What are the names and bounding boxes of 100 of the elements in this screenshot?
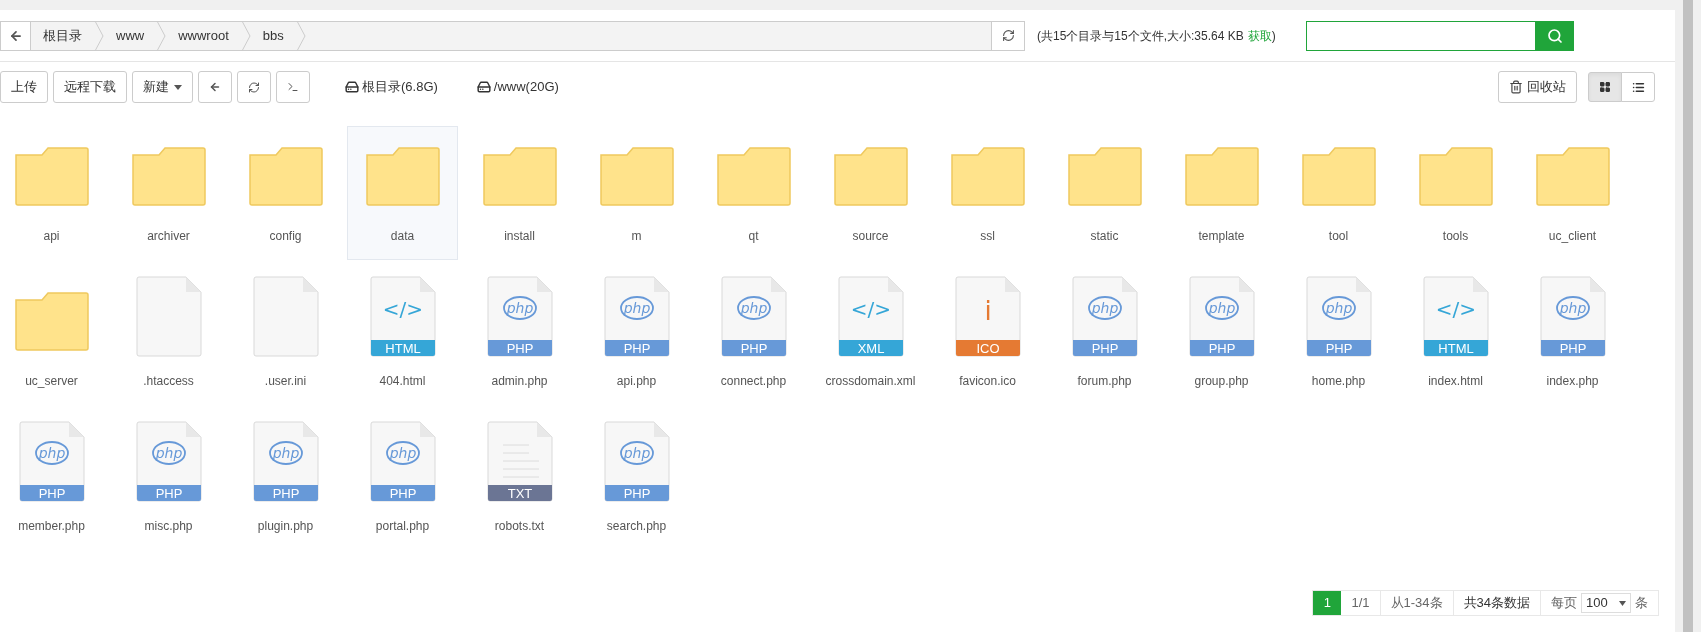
file-name: favicon.ico <box>959 373 1016 390</box>
file-item[interactable]: i ICO favicon.ico <box>932 271 1043 405</box>
file-name: search.php <box>606 518 667 535</box>
file-name: template <box>1198 228 1245 245</box>
file-item[interactable]: php PHP api.php <box>581 271 692 405</box>
file-item[interactable]: ssl <box>932 126 1043 260</box>
file-name: index.php <box>1546 373 1599 390</box>
file-icon: php PHP <box>603 421 670 503</box>
file-item[interactable]: uc_server <box>0 271 107 405</box>
file-icon: php PHP <box>720 276 787 358</box>
file-icon: </> HTML <box>1422 276 1489 358</box>
file-item[interactable]: php PHP connect.php <box>698 271 809 405</box>
search-button[interactable] <box>1535 20 1574 51</box>
file-item[interactable]: .htaccess <box>113 271 224 405</box>
grid-icon <box>1599 81 1611 93</box>
file-item[interactable]: uc_client <box>1517 126 1628 260</box>
file-name: api <box>43 228 60 245</box>
refresh-button[interactable] <box>237 71 271 103</box>
directory-summary: (共15个目录与15个文件,大小:35.64 KB <box>1037 27 1244 45</box>
per-page-select[interactable]: 100 <box>1581 593 1631 613</box>
file-item[interactable]: php PHP index.php <box>1517 271 1628 405</box>
file-name: misc.php <box>144 518 193 535</box>
file-icon: php PHP <box>1071 276 1138 358</box>
toolbar-button[interactable]: 上传 <box>0 71 48 103</box>
file-item[interactable]: </> XML crossdomain.xml <box>815 271 926 405</box>
range-text: 从1-34条 <box>1380 591 1454 615</box>
file-name: 404.html <box>379 373 426 390</box>
file-item[interactable]: install <box>464 126 575 260</box>
file-name: .htaccess <box>143 373 194 390</box>
file-name: data <box>390 228 415 245</box>
breadcrumb-item[interactable]: wwwroot <box>166 21 241 50</box>
refresh-icon <box>1001 29 1015 42</box>
terminal-icon <box>287 80 299 94</box>
file-name: config <box>269 228 302 245</box>
grid-view-button[interactable] <box>1588 72 1622 102</box>
file-item[interactable]: php PHP plugin.php <box>230 416 341 550</box>
file-item[interactable]: php PHP admin.php <box>464 271 575 405</box>
file-item[interactable]: php PHP search.php <box>581 416 692 550</box>
file-item[interactable]: php PHP group.php <box>1166 271 1277 405</box>
file-name: api.php <box>616 373 657 390</box>
new-dropdown-button[interactable]: 新建 <box>132 71 193 103</box>
file-icon: </> XML <box>837 276 904 358</box>
file-name: admin.php <box>491 373 548 390</box>
file-item[interactable]: </> HTML index.html <box>1400 271 1511 405</box>
file-name: member.php <box>18 518 85 535</box>
file-item[interactable]: archiver <box>113 126 224 260</box>
file-icon: php PHP <box>369 421 436 503</box>
refresh-button[interactable] <box>991 21 1024 50</box>
file-item[interactable]: php PHP misc.php <box>113 416 224 550</box>
file-name: uc_server <box>25 373 78 390</box>
file-item[interactable]: php PHP forum.php <box>1049 271 1160 405</box>
file-item[interactable]: qt <box>698 126 809 260</box>
file-icon: </> HTML <box>369 276 436 358</box>
file-icon: i ICO <box>954 276 1021 358</box>
text-file-icon: TXT <box>486 421 553 503</box>
scrollbar[interactable] <box>1683 0 1693 632</box>
disk-button[interactable]: 根目录(6.8G) <box>345 77 438 97</box>
search-field[interactable] <box>1305 20 1536 51</box>
file-item[interactable]: php PHP member.php <box>0 416 107 550</box>
file-item[interactable]: source <box>815 126 926 260</box>
file-name: robots.txt <box>494 518 545 535</box>
file-name: plugin.php <box>257 518 314 535</box>
file-icon: php PHP <box>486 276 553 358</box>
breadcrumb-item[interactable]: www <box>104 21 157 50</box>
blank-file-icon <box>135 276 202 358</box>
file-item[interactable]: php PHP portal.php <box>347 416 458 550</box>
file-icon: php PHP <box>1188 276 1255 358</box>
refresh-icon <box>248 80 260 94</box>
file-item[interactable]: data <box>347 126 458 260</box>
file-item[interactable]: tool <box>1283 126 1394 260</box>
file-item[interactable]: template <box>1166 126 1277 260</box>
file-item[interactable]: m <box>581 126 692 260</box>
file-name: static <box>1090 228 1119 245</box>
file-name: source <box>852 228 889 245</box>
file-name: connect.php <box>720 373 787 390</box>
disk-button[interactable]: /www(20G) <box>476 77 559 97</box>
breadcrumb-item[interactable]: 根目录 <box>31 21 94 50</box>
breadcrumb-item[interactable]: bbs <box>250 21 296 50</box>
file-item[interactable]: .user.ini <box>230 271 341 405</box>
file-item[interactable]: static <box>1049 126 1160 260</box>
caret-icon <box>174 84 182 90</box>
back-button[interactable] <box>198 71 232 103</box>
file-item[interactable]: TXT robots.txt <box>464 416 575 550</box>
file-item[interactable]: api <box>0 126 107 260</box>
file-name: ssl <box>980 228 995 245</box>
file-icon: php PHP <box>252 421 319 503</box>
toolbar-button[interactable]: 远程下载 <box>53 71 127 103</box>
file-item[interactable]: php PHP home.php <box>1283 271 1394 405</box>
list-view-button[interactable] <box>1621 72 1655 102</box>
recycle-bin-button[interactable]: 回收站 <box>1498 71 1577 103</box>
back-button[interactable] <box>1 21 31 50</box>
file-item[interactable]: tools <box>1400 126 1511 260</box>
file-name: tools <box>1442 228 1469 245</box>
search-icon <box>1546 27 1563 44</box>
file-item[interactable]: config <box>230 126 341 260</box>
list-icon <box>1631 80 1645 94</box>
back-icon <box>209 80 221 94</box>
file-item[interactable]: </> HTML 404.html <box>347 271 458 405</box>
file-name: uc_client <box>1548 228 1597 245</box>
file-name: forum.php <box>1077 373 1132 390</box>
